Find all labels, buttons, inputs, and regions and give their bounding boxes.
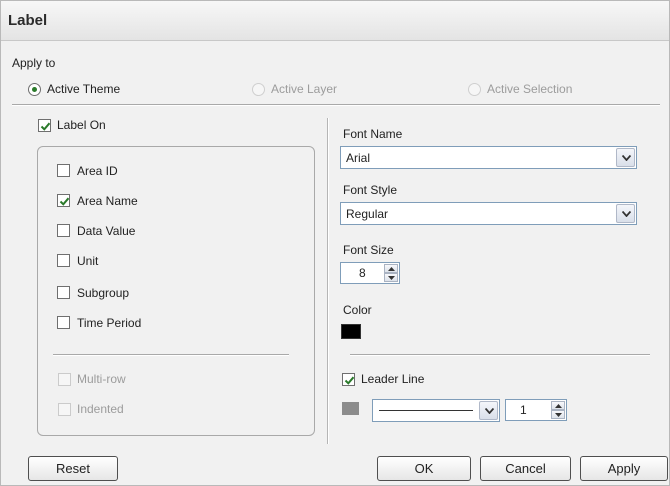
radio-active-layer-label[interactable]: Active Layer	[271, 82, 337, 96]
ok-button[interactable]: OK	[377, 456, 471, 481]
indented-checkbox[interactable]	[58, 403, 71, 416]
font-size-value: 8	[359, 266, 366, 280]
line-style-preview	[379, 410, 473, 411]
area-id-checkbox[interactable]	[57, 164, 70, 177]
line-width-down-button[interactable]	[551, 410, 565, 419]
font-name-label: Font Name	[343, 127, 403, 141]
chevron-down-icon	[622, 211, 631, 217]
time-period-label[interactable]: Time Period	[77, 316, 141, 330]
font-size-label: Font Size	[343, 243, 394, 257]
area-name-checkbox[interactable]	[57, 194, 70, 207]
font-size-spinner[interactable]: 8	[340, 262, 400, 284]
font-size-down-button[interactable]	[384, 273, 398, 282]
color-label: Color	[343, 303, 372, 317]
title-bar[interactable]: Label	[1, 1, 669, 41]
vertical-divider	[327, 118, 329, 444]
time-period-checkbox[interactable]	[57, 316, 70, 329]
chevron-down-icon	[622, 155, 631, 161]
leader-line-color-swatch[interactable]	[342, 402, 359, 415]
unit-checkbox[interactable]	[57, 254, 70, 267]
font-color-swatch[interactable]	[341, 324, 361, 339]
dialog-title: Label	[8, 12, 48, 29]
radio-active-selection-label[interactable]: Active Selection	[487, 82, 572, 96]
apply-button[interactable]: Apply	[580, 456, 668, 481]
font-name-value: Arial	[346, 151, 371, 165]
radio-active-layer[interactable]	[252, 83, 265, 96]
radio-active-theme[interactable]	[28, 83, 41, 96]
font-size-spin-buttons	[384, 264, 398, 282]
indented-label[interactable]: Indented	[77, 402, 124, 416]
data-value-checkbox[interactable]	[57, 224, 70, 237]
right-divider	[350, 354, 650, 356]
font-name-dropdown-button[interactable]	[616, 148, 635, 167]
line-width-up-button[interactable]	[551, 401, 565, 410]
chevron-down-icon	[485, 408, 494, 414]
area-name-label[interactable]: Area Name	[77, 194, 138, 208]
spin-up-icon	[388, 267, 395, 271]
line-width-spin-buttons	[551, 401, 565, 419]
leader-line-style-select[interactable]	[372, 399, 500, 422]
spin-down-icon	[555, 413, 562, 417]
leader-line-checkbox[interactable]	[342, 373, 355, 386]
spin-down-icon	[388, 276, 395, 280]
font-name-select[interactable]: Arial	[340, 146, 637, 169]
font-size-up-button[interactable]	[384, 264, 398, 273]
font-style-select[interactable]: Regular	[340, 202, 637, 225]
leader-line-width-value: 1	[520, 403, 527, 417]
cancel-button[interactable]: Cancel	[480, 456, 571, 481]
label-dialog: Label Apply to Active Theme Active Layer…	[0, 0, 670, 486]
check-icon	[59, 197, 70, 206]
multi-row-label[interactable]: Multi-row	[77, 372, 126, 386]
apply-to-label: Apply to	[12, 56, 56, 70]
line-style-dropdown-button[interactable]	[479, 401, 498, 420]
font-style-dropdown-button[interactable]	[616, 204, 635, 223]
reset-button[interactable]: Reset	[28, 456, 118, 481]
radio-selected-dot	[32, 87, 37, 92]
subgroup-checkbox[interactable]	[57, 286, 70, 299]
font-style-label: Font Style	[343, 183, 398, 197]
spin-up-icon	[555, 404, 562, 408]
check-icon	[40, 122, 51, 131]
font-style-value: Regular	[346, 207, 389, 221]
data-value-label[interactable]: Data Value	[77, 224, 135, 238]
radio-active-theme-label[interactable]: Active Theme	[47, 82, 120, 96]
label-on-label[interactable]: Label On	[57, 118, 106, 132]
leader-line-label[interactable]: Leader Line	[361, 372, 424, 386]
area-id-label[interactable]: Area ID	[77, 164, 118, 178]
subgroup-label[interactable]: Subgroup	[77, 286, 129, 300]
label-on-checkbox[interactable]	[38, 119, 51, 132]
group-divider	[53, 354, 289, 356]
unit-label[interactable]: Unit	[77, 254, 98, 268]
multi-row-checkbox[interactable]	[58, 373, 71, 386]
radio-active-selection[interactable]	[468, 83, 481, 96]
divider-top	[12, 104, 660, 106]
check-icon	[344, 376, 355, 385]
leader-line-width-spinner[interactable]: 1	[505, 399, 567, 421]
